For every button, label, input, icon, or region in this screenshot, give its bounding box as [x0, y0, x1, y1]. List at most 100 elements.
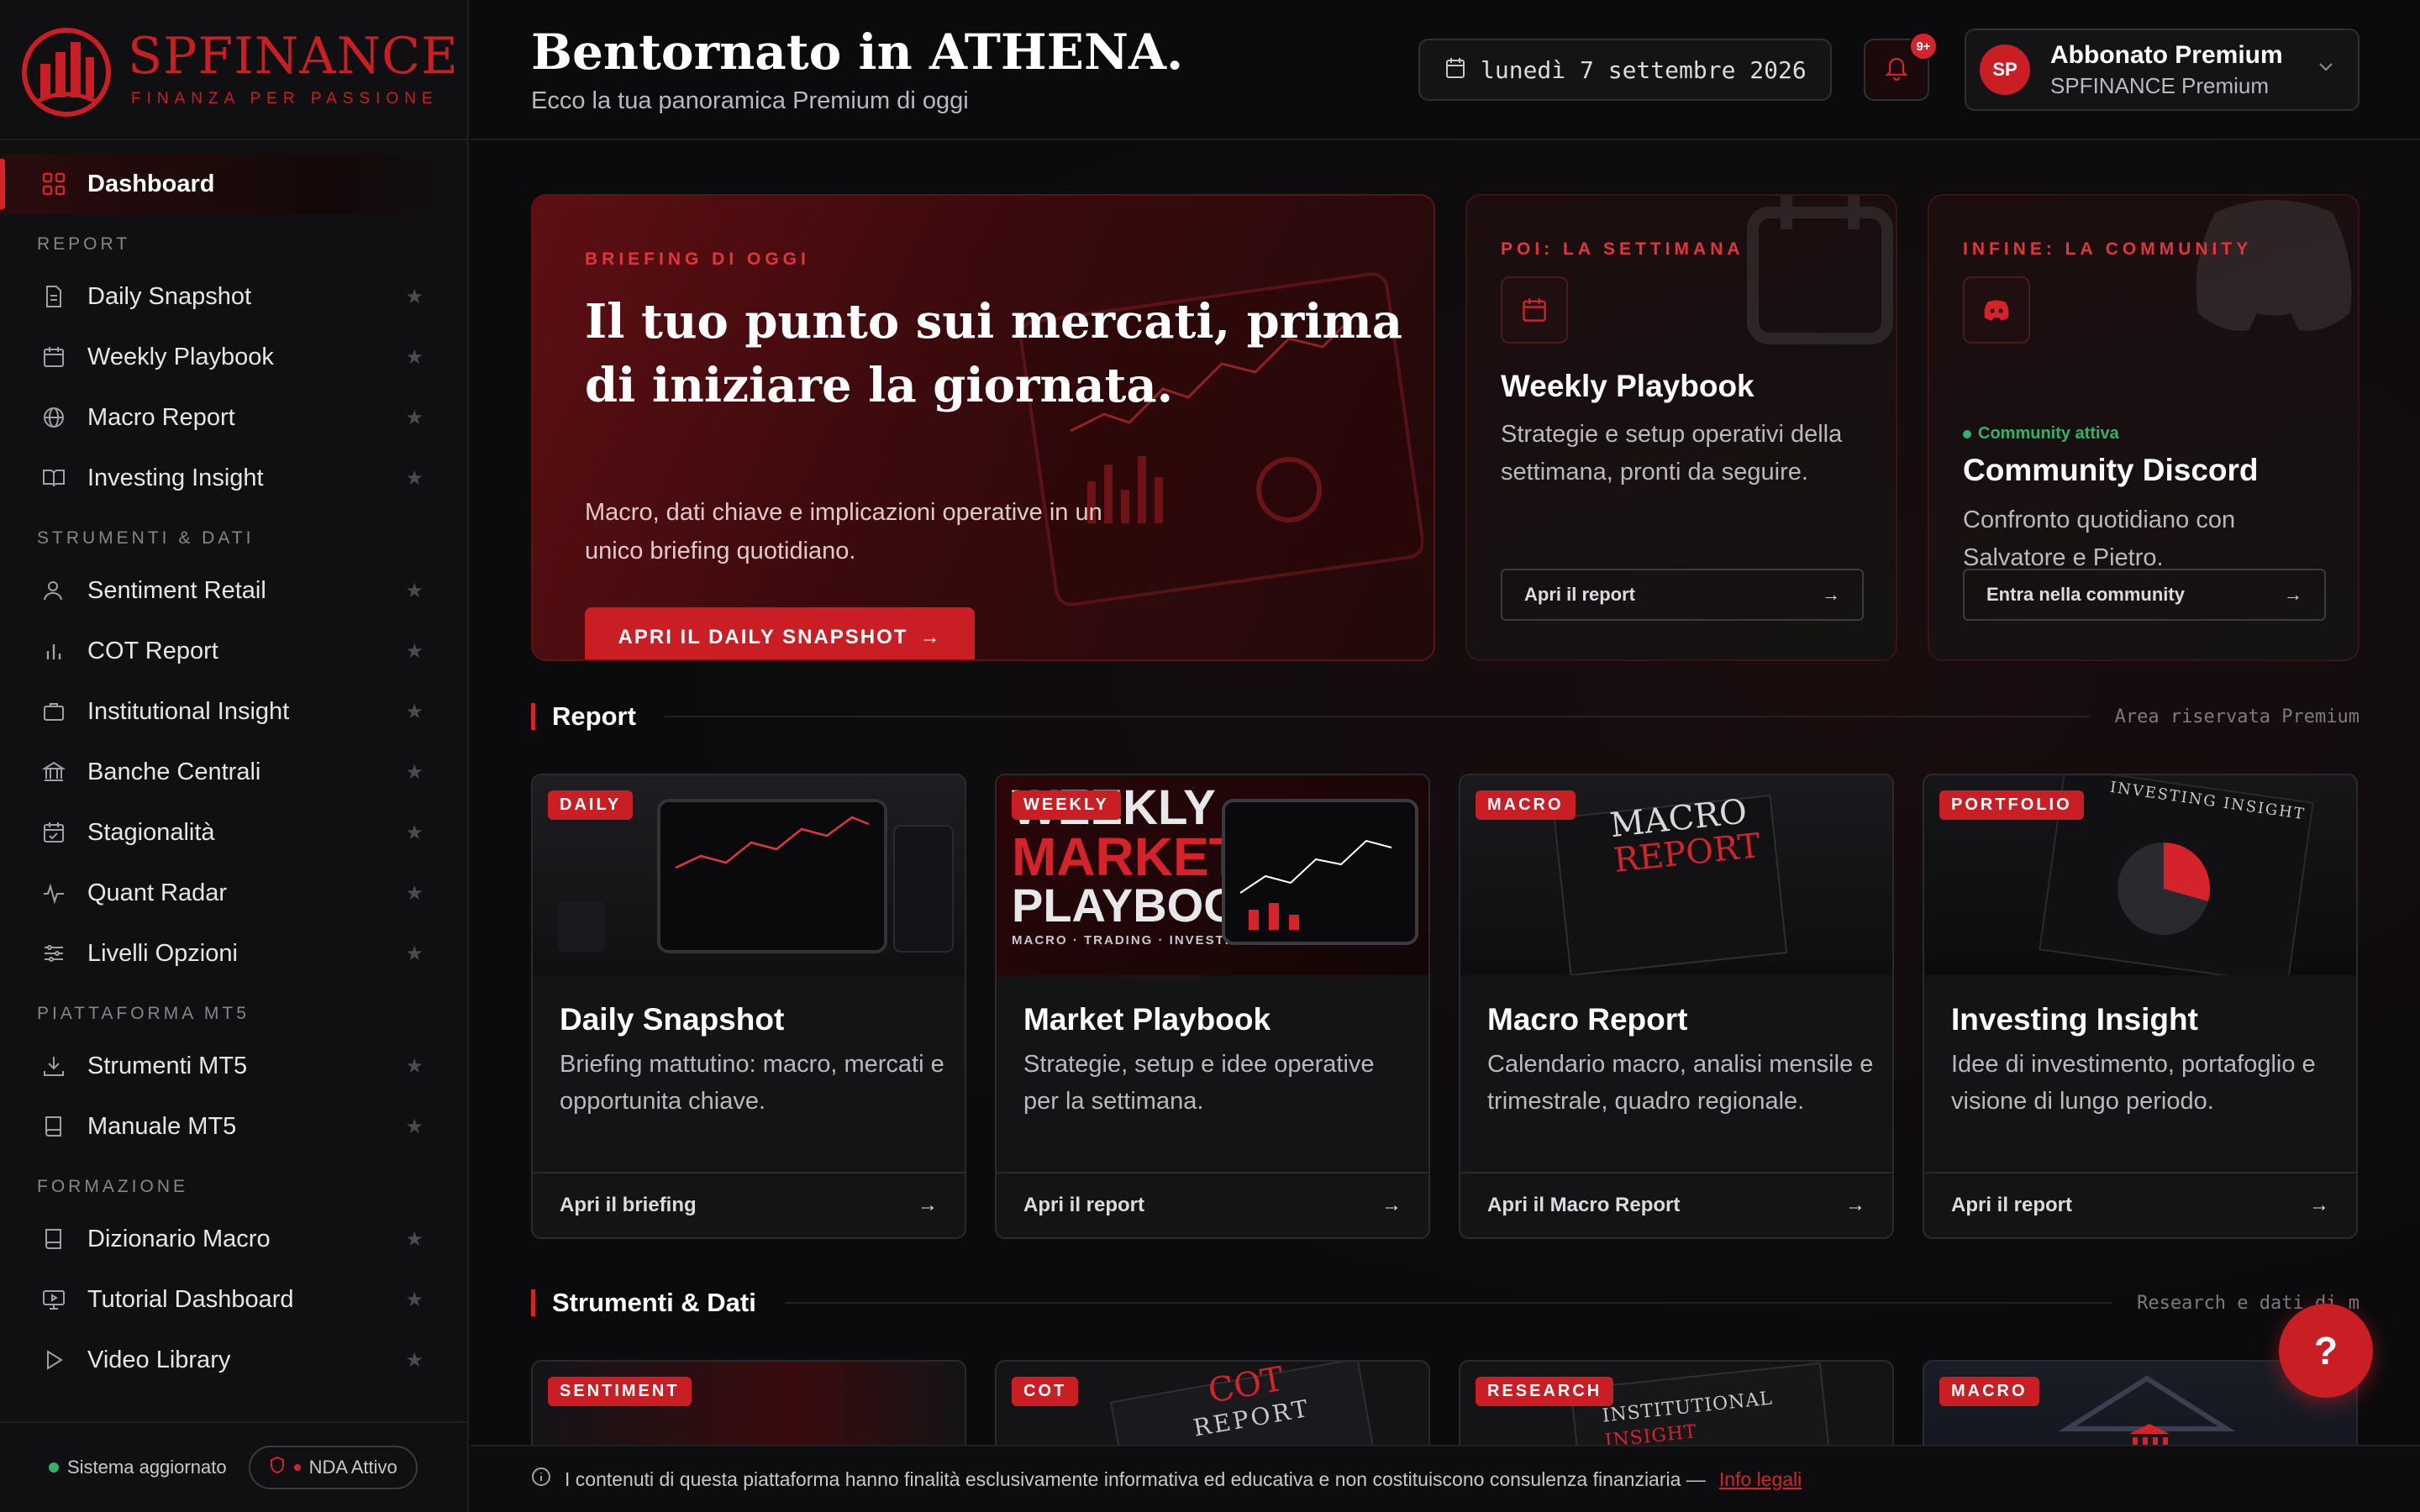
sidebar-item-livelli-opzioni[interactable]: Livelli Opzioni ★	[0, 923, 467, 984]
user-menu[interactable]: SP Abbonato Premium SPFINANCE Premium	[1965, 29, 2360, 111]
card-text: Strategie e setup operativi della settim…	[1501, 421, 1843, 486]
sidebar-item-label: Quant Radar	[87, 879, 228, 906]
page-subtitle: Ecco la tua panoramica Premium di oggi	[531, 87, 969, 114]
arrow-right-icon: →	[918, 1194, 938, 1216]
sidebar-item-label: Livelli Opzioni	[87, 939, 238, 967]
card-title: Macro Report	[1487, 1002, 1688, 1037]
thumbnail-image: DAILY	[533, 775, 965, 975]
card-tag: PORTFOLIO	[1939, 790, 2084, 820]
system-status: Sistema aggiornato	[49, 1457, 227, 1478]
sidebar-item-video-library[interactable]: Video Library ★	[0, 1330, 467, 1390]
nda-label: NDA Attivo	[308, 1457, 397, 1478]
sidebar-item-investing-insight[interactable]: Investing Insight ★	[0, 448, 467, 508]
card-text: Idee di investimento, portafoglio e visi…	[1951, 1051, 2316, 1115]
star-icon[interactable]: ★	[405, 700, 424, 724]
star-icon[interactable]: ★	[405, 1054, 424, 1079]
calendar-check-icon	[40, 819, 67, 846]
star-icon[interactable]: ★	[405, 466, 424, 491]
card-tag: COT	[1012, 1377, 1079, 1406]
sidebar-item-label: Sentiment Retail	[87, 576, 266, 604]
nda-dot-icon	[293, 1464, 301, 1471]
sidebar-item-cot-report[interactable]: COT Report ★	[0, 621, 467, 681]
section-divider	[784, 1302, 2112, 1304]
globe-icon	[40, 404, 67, 431]
sidebar-item-strumenti-mt5[interactable]: Strumenti MT5 ★	[0, 1036, 467, 1096]
tool-card-research[interactable]: INSTITUTIONAL INSIGHT RESEARCH	[1459, 1360, 1894, 1445]
nda-badge[interactable]: NDA Attivo	[248, 1446, 418, 1489]
date-display[interactable]: lunedì 7 settembre 2026	[1418, 39, 1832, 101]
section-accent	[531, 1289, 535, 1316]
briefing-hero-card: BRIEFING DI OGGI Il tuo punto sui mercat…	[531, 194, 1435, 661]
notifications-button[interactable]: 9+	[1864, 32, 1938, 101]
sidebar: SPFINANCE FINANZA PER PASSIONE Dashboard…	[0, 0, 469, 1512]
sidebar-item-label: Macro Report	[87, 403, 235, 431]
report-card-weekly[interactable]: WEEKLY MARKET PLAYBOOK MACRO · TRADING ·…	[995, 774, 1430, 1239]
briefcase-icon	[40, 698, 67, 725]
bell-icon	[1885, 55, 1908, 85]
sidebar-item-label: Daily Snapshot	[87, 282, 252, 310]
star-icon[interactable]: ★	[405, 285, 424, 309]
legal-info-link[interactable]: Info legali	[1719, 1468, 1802, 1491]
calendar-icon	[1747, 196, 1893, 344]
sidebar-item-stagionalita[interactable]: Stagionalità ★	[0, 802, 467, 863]
join-community-button[interactable]: Entra nella community →	[1963, 569, 2326, 621]
bank-icon	[40, 759, 67, 785]
sidebar-item-sentiment-retail[interactable]: Sentiment Retail ★	[0, 560, 467, 621]
star-icon[interactable]: ★	[405, 1227, 424, 1252]
report-card-macro[interactable]: MACRO REPORT MACRO Macro Report Calendar…	[1459, 774, 1894, 1239]
sidebar-item-dizionario-macro[interactable]: Dizionario Macro ★	[0, 1209, 467, 1269]
sidebar-item-label: Video Library	[87, 1346, 231, 1373]
play-icon	[40, 1347, 67, 1373]
sidebar-item-institutional-insight[interactable]: Institutional Insight ★	[0, 681, 467, 742]
card-title: Investing Insight	[1951, 1002, 2198, 1037]
open-report-link[interactable]: Apri il report →	[1924, 1172, 2356, 1237]
star-icon[interactable]: ★	[405, 639, 424, 664]
star-icon[interactable]: ★	[405, 760, 424, 785]
sidebar-item-label: Stagionalità	[87, 818, 215, 846]
open-daily-snapshot-button[interactable]: APRI IL DAILY SNAPSHOT →	[585, 607, 975, 659]
sidebar-item-tutorial-dashboard[interactable]: Tutorial Dashboard ★	[0, 1269, 467, 1330]
bank-icon	[2129, 1424, 2170, 1445]
tool-card-cot[interactable]: COT REPORT COT	[995, 1360, 1430, 1445]
card-text: Strategie, setup e idee operative per la…	[1023, 1051, 1375, 1115]
top-header: Bentornato in ATHENA. Ecco la tua panora…	[471, 0, 2420, 140]
tool-card-sentiment[interactable]: SENTIMENT	[531, 1360, 966, 1445]
star-icon[interactable]: ★	[405, 406, 424, 430]
star-icon[interactable]: ★	[405, 579, 424, 603]
user-plan: SPFINANCE Premium	[2050, 72, 2270, 98]
open-macro-report-link[interactable]: Apri il Macro Report →	[1460, 1172, 1892, 1237]
section-title: Report	[552, 701, 636, 731]
card-tag: MACRO	[1939, 1377, 2039, 1406]
card-tag: DAILY	[548, 790, 634, 820]
arrow-right-icon: →	[919, 626, 942, 648]
sidebar-item-weekly-playbook[interactable]: Weekly Playbook ★	[0, 327, 467, 387]
star-icon[interactable]: ★	[405, 942, 424, 966]
sidebar-item-manuale-mt5[interactable]: Manuale MT5 ★	[0, 1096, 467, 1157]
star-icon[interactable]: ★	[405, 1288, 424, 1312]
arrow-right-icon: →	[2284, 584, 2302, 605]
report-card-daily[interactable]: DAILY Daily Snapshot Briefing mattutino:…	[531, 774, 966, 1239]
sidebar-item-daily-snapshot[interactable]: Daily Snapshot ★	[0, 266, 467, 327]
sidebar-item-macro-report[interactable]: Macro Report ★	[0, 387, 467, 448]
brand-name: SPFINANCE	[128, 26, 459, 86]
report-card-investing[interactable]: INVESTING INSIGHT PORTFOLIO Investing In…	[1923, 774, 2358, 1239]
help-button[interactable]: ?	[2279, 1304, 2373, 1398]
open-briefing-link[interactable]: Apri il briefing →	[533, 1172, 965, 1237]
sidebar-item-dashboard[interactable]: Dashboard	[0, 154, 467, 214]
card-text: Calendario macro, analisi mensile e trim…	[1487, 1051, 1874, 1115]
star-icon[interactable]: ★	[405, 345, 424, 370]
star-icon[interactable]: ★	[405, 821, 424, 845]
user-name: Abbonato Premium	[2050, 40, 2283, 69]
sidebar-item-banche-centrali[interactable]: Banche Centrali ★	[0, 742, 467, 802]
open-report-link[interactable]: Apri il report →	[997, 1172, 1428, 1237]
open-weekly-report-button[interactable]: Apri il report →	[1501, 569, 1864, 621]
sidebar-footer: Sistema aggiornato NDA Attivo	[0, 1421, 467, 1512]
status-dot-icon	[1963, 429, 1971, 438]
star-icon[interactable]: ★	[405, 1115, 424, 1139]
brand-logo[interactable]: SPFINANCE FINANZA PER PASSIONE	[0, 0, 467, 140]
star-icon[interactable]: ★	[405, 881, 424, 906]
button-label: Apri il report	[1524, 584, 1636, 605]
brand-tagline: FINANZA PER PASSIONE	[131, 89, 439, 108]
star-icon[interactable]: ★	[405, 1348, 424, 1373]
sidebar-item-quant-radar[interactable]: Quant Radar ★	[0, 863, 467, 923]
